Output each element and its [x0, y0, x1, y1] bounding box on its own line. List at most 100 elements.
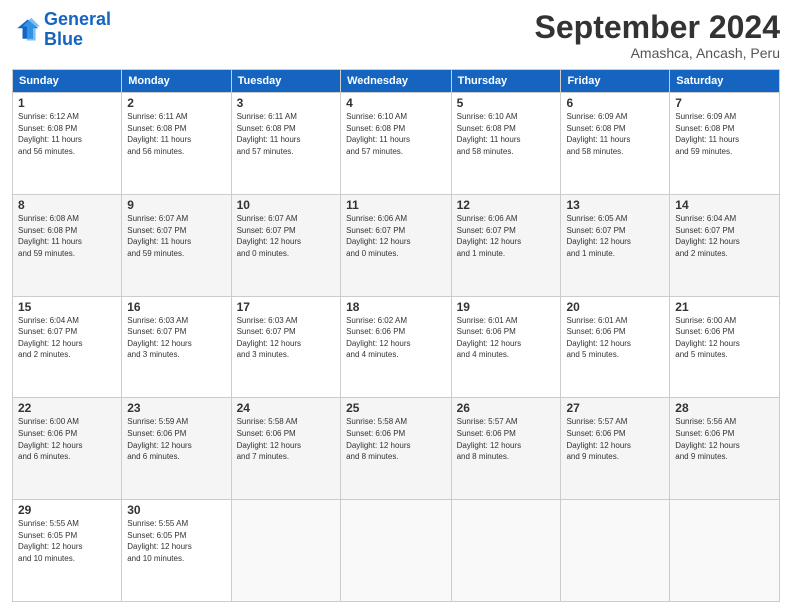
- day-info: Sunrise: 6:12 AM Sunset: 6:08 PM Dayligh…: [18, 111, 116, 157]
- calendar-cell: 3Sunrise: 6:11 AM Sunset: 6:08 PM Daylig…: [231, 93, 340, 195]
- day-info: Sunrise: 5:55 AM Sunset: 6:05 PM Dayligh…: [127, 518, 225, 564]
- day-of-week-header: Saturday: [670, 70, 780, 93]
- day-of-week-header: Friday: [561, 70, 670, 93]
- logo: General Blue: [12, 10, 111, 50]
- day-of-week-header: Monday: [122, 70, 231, 93]
- day-info: Sunrise: 6:05 AM Sunset: 6:07 PM Dayligh…: [566, 213, 664, 259]
- day-number: 24: [237, 401, 335, 415]
- calendar-cell: [561, 500, 670, 602]
- day-number: 18: [346, 300, 446, 314]
- day-number: 10: [237, 198, 335, 212]
- day-of-week-header: Sunday: [13, 70, 122, 93]
- day-number: 1: [18, 96, 116, 110]
- day-number: 16: [127, 300, 225, 314]
- calendar-week-row: 22Sunrise: 6:00 AM Sunset: 6:06 PM Dayli…: [13, 398, 780, 500]
- calendar-week-row: 1Sunrise: 6:12 AM Sunset: 6:08 PM Daylig…: [13, 93, 780, 195]
- day-info: Sunrise: 6:04 AM Sunset: 6:07 PM Dayligh…: [675, 213, 774, 259]
- day-info: Sunrise: 6:09 AM Sunset: 6:08 PM Dayligh…: [566, 111, 664, 157]
- day-number: 9: [127, 198, 225, 212]
- day-number: 28: [675, 401, 774, 415]
- day-of-week-row: SundayMondayTuesdayWednesdayThursdayFrid…: [13, 70, 780, 93]
- day-of-week-header: Thursday: [451, 70, 561, 93]
- calendar-week-row: 15Sunrise: 6:04 AM Sunset: 6:07 PM Dayli…: [13, 296, 780, 398]
- day-number: 20: [566, 300, 664, 314]
- day-number: 17: [237, 300, 335, 314]
- day-info: Sunrise: 6:11 AM Sunset: 6:08 PM Dayligh…: [237, 111, 335, 157]
- calendar-cell: 22Sunrise: 6:00 AM Sunset: 6:06 PM Dayli…: [13, 398, 122, 500]
- day-number: 19: [457, 300, 556, 314]
- day-number: 30: [127, 503, 225, 517]
- calendar-cell: 4Sunrise: 6:10 AM Sunset: 6:08 PM Daylig…: [341, 93, 452, 195]
- day-info: Sunrise: 6:07 AM Sunset: 6:07 PM Dayligh…: [127, 213, 225, 259]
- calendar-cell: 15Sunrise: 6:04 AM Sunset: 6:07 PM Dayli…: [13, 296, 122, 398]
- month-title: September 2024: [535, 10, 780, 45]
- day-info: Sunrise: 5:55 AM Sunset: 6:05 PM Dayligh…: [18, 518, 116, 564]
- calendar-cell: 18Sunrise: 6:02 AM Sunset: 6:06 PM Dayli…: [341, 296, 452, 398]
- location-title: Amashca, Ancash, Peru: [535, 45, 780, 61]
- calendar-cell: 12Sunrise: 6:06 AM Sunset: 6:07 PM Dayli…: [451, 194, 561, 296]
- calendar-week-row: 8Sunrise: 6:08 AM Sunset: 6:08 PM Daylig…: [13, 194, 780, 296]
- calendar-cell: 6Sunrise: 6:09 AM Sunset: 6:08 PM Daylig…: [561, 93, 670, 195]
- page: General Blue September 2024 Amashca, Anc…: [0, 0, 792, 612]
- day-info: Sunrise: 6:00 AM Sunset: 6:06 PM Dayligh…: [18, 416, 116, 462]
- day-number: 22: [18, 401, 116, 415]
- calendar-body: 1Sunrise: 6:12 AM Sunset: 6:08 PM Daylig…: [13, 93, 780, 602]
- title-block: September 2024 Amashca, Ancash, Peru: [535, 10, 780, 61]
- day-info: Sunrise: 6:10 AM Sunset: 6:08 PM Dayligh…: [457, 111, 556, 157]
- calendar-table: SundayMondayTuesdayWednesdayThursdayFrid…: [12, 69, 780, 602]
- day-number: 14: [675, 198, 774, 212]
- calendar-cell: 9Sunrise: 6:07 AM Sunset: 6:07 PM Daylig…: [122, 194, 231, 296]
- calendar-cell: 5Sunrise: 6:10 AM Sunset: 6:08 PM Daylig…: [451, 93, 561, 195]
- day-info: Sunrise: 6:02 AM Sunset: 6:06 PM Dayligh…: [346, 315, 446, 361]
- day-info: Sunrise: 5:56 AM Sunset: 6:06 PM Dayligh…: [675, 416, 774, 462]
- day-number: 11: [346, 198, 446, 212]
- calendar-cell: 2Sunrise: 6:11 AM Sunset: 6:08 PM Daylig…: [122, 93, 231, 195]
- day-info: Sunrise: 6:01 AM Sunset: 6:06 PM Dayligh…: [566, 315, 664, 361]
- calendar-week-row: 29Sunrise: 5:55 AM Sunset: 6:05 PM Dayli…: [13, 500, 780, 602]
- day-number: 6: [566, 96, 664, 110]
- calendar-cell: 21Sunrise: 6:00 AM Sunset: 6:06 PM Dayli…: [670, 296, 780, 398]
- logo-line2: Blue: [44, 29, 83, 49]
- day-number: 12: [457, 198, 556, 212]
- day-info: Sunrise: 6:04 AM Sunset: 6:07 PM Dayligh…: [18, 315, 116, 361]
- calendar-cell: [451, 500, 561, 602]
- day-number: 26: [457, 401, 556, 415]
- header: General Blue September 2024 Amashca, Anc…: [12, 10, 780, 61]
- calendar-cell: 23Sunrise: 5:59 AM Sunset: 6:06 PM Dayli…: [122, 398, 231, 500]
- calendar-cell: 20Sunrise: 6:01 AM Sunset: 6:06 PM Dayli…: [561, 296, 670, 398]
- day-number: 13: [566, 198, 664, 212]
- day-info: Sunrise: 5:57 AM Sunset: 6:06 PM Dayligh…: [566, 416, 664, 462]
- day-number: 8: [18, 198, 116, 212]
- day-number: 25: [346, 401, 446, 415]
- calendar-cell: 17Sunrise: 6:03 AM Sunset: 6:07 PM Dayli…: [231, 296, 340, 398]
- day-number: 7: [675, 96, 774, 110]
- calendar-cell: 19Sunrise: 6:01 AM Sunset: 6:06 PM Dayli…: [451, 296, 561, 398]
- calendar-cell: [670, 500, 780, 602]
- day-info: Sunrise: 6:08 AM Sunset: 6:08 PM Dayligh…: [18, 213, 116, 259]
- day-info: Sunrise: 6:01 AM Sunset: 6:06 PM Dayligh…: [457, 315, 556, 361]
- calendar-cell: 27Sunrise: 5:57 AM Sunset: 6:06 PM Dayli…: [561, 398, 670, 500]
- calendar-cell: 14Sunrise: 6:04 AM Sunset: 6:07 PM Dayli…: [670, 194, 780, 296]
- calendar-cell: 1Sunrise: 6:12 AM Sunset: 6:08 PM Daylig…: [13, 93, 122, 195]
- day-number: 23: [127, 401, 225, 415]
- day-number: 29: [18, 503, 116, 517]
- day-info: Sunrise: 6:00 AM Sunset: 6:06 PM Dayligh…: [675, 315, 774, 361]
- calendar-cell: 11Sunrise: 6:06 AM Sunset: 6:07 PM Dayli…: [341, 194, 452, 296]
- logo-line1: General: [44, 9, 111, 29]
- calendar-cell: 24Sunrise: 5:58 AM Sunset: 6:06 PM Dayli…: [231, 398, 340, 500]
- logo-text: General Blue: [44, 10, 111, 50]
- calendar-cell: 28Sunrise: 5:56 AM Sunset: 6:06 PM Dayli…: [670, 398, 780, 500]
- day-info: Sunrise: 6:06 AM Sunset: 6:07 PM Dayligh…: [346, 213, 446, 259]
- day-info: Sunrise: 6:06 AM Sunset: 6:07 PM Dayligh…: [457, 213, 556, 259]
- day-info: Sunrise: 5:59 AM Sunset: 6:06 PM Dayligh…: [127, 416, 225, 462]
- calendar-cell: 10Sunrise: 6:07 AM Sunset: 6:07 PM Dayli…: [231, 194, 340, 296]
- day-info: Sunrise: 6:10 AM Sunset: 6:08 PM Dayligh…: [346, 111, 446, 157]
- day-number: 21: [675, 300, 774, 314]
- day-number: 27: [566, 401, 664, 415]
- day-number: 2: [127, 96, 225, 110]
- day-info: Sunrise: 5:58 AM Sunset: 6:06 PM Dayligh…: [237, 416, 335, 462]
- calendar-cell: 13Sunrise: 6:05 AM Sunset: 6:07 PM Dayli…: [561, 194, 670, 296]
- day-of-week-header: Wednesday: [341, 70, 452, 93]
- calendar-cell: 7Sunrise: 6:09 AM Sunset: 6:08 PM Daylig…: [670, 93, 780, 195]
- day-info: Sunrise: 5:57 AM Sunset: 6:06 PM Dayligh…: [457, 416, 556, 462]
